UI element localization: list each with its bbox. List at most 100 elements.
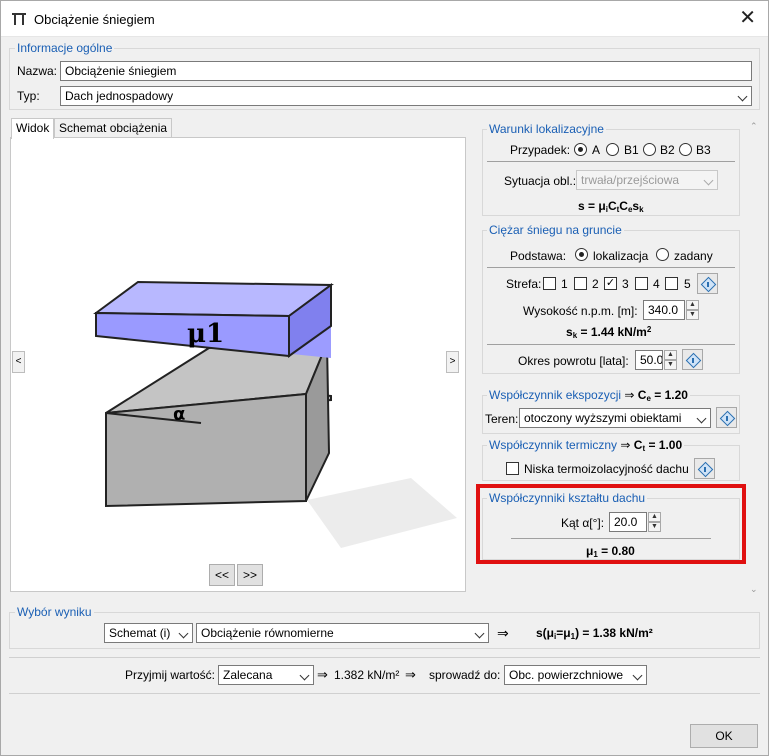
location-group-title: Warunki lokalizacyjne <box>487 122 606 136</box>
terrain-value: otoczony wyższymi obiektami <box>524 411 682 425</box>
convert-select[interactable]: Obc. powierzchniowe <box>504 665 647 685</box>
zone-5-label: 5 <box>684 277 691 291</box>
view-next-button[interactable]: > <box>446 351 459 373</box>
forward-button[interactable]: >> <box>237 564 263 586</box>
title-bar: Obciążenie śniegiem ✕ <box>1 1 768 37</box>
convert-value: Obc. powierzchniowe <box>509 668 624 682</box>
zone-5-checkbox[interactable] <box>665 277 678 290</box>
roof-3d-view: α μ1 <box>93 280 457 548</box>
case-label: Przypadek: <box>510 143 571 157</box>
result-value: s(μi=μ1) = 1.38 kN/m² <box>536 626 653 641</box>
convert-label: sprowadź do: <box>429 668 501 682</box>
case-b1-label: B1 <box>624 143 639 157</box>
basis-given-label: zadany <box>674 249 713 263</box>
ground-snow-group-title: Ciężar śniegu na gruncie <box>487 223 624 237</box>
chevron-down-icon <box>299 670 310 681</box>
divider <box>9 693 760 694</box>
dialog-window: Obciążenie śniegiem ✕ Informacje ogólne … <box>0 0 769 756</box>
block-shadow <box>307 478 457 548</box>
case-radio-b3[interactable] <box>679 143 692 156</box>
basis-radio-given[interactable] <box>656 248 669 261</box>
case-a-label: A <box>592 143 601 157</box>
chevron-down-icon <box>178 628 189 639</box>
divider <box>487 344 735 345</box>
chevron-down-icon <box>737 91 748 102</box>
load-type-select[interactable]: Obciążenie równomierne <box>196 623 489 643</box>
return-period-stepper[interactable]: ▲ ▼ <box>664 350 677 371</box>
low-insulation-label: Niska termoizolacyjność dachu <box>524 462 689 476</box>
terrain-info-icon[interactable] <box>716 407 737 428</box>
situation-select[interactable]: trwała/przejściowa <box>576 170 718 190</box>
accept-label: Przyjmij wartość: <box>125 668 216 682</box>
chevron-down-icon <box>632 670 643 681</box>
result-group-title: Wybór wyniku <box>15 605 94 619</box>
zone-3-label: 3 <box>622 277 629 291</box>
app-icon <box>12 13 26 25</box>
return-period-input[interactable]: 50.0 <box>635 350 663 370</box>
case-b3-label: B3 <box>696 143 711 157</box>
view-prev-button[interactable]: < <box>12 351 25 373</box>
tab-view[interactable]: Widok <box>11 118 55 139</box>
divider <box>487 267 735 268</box>
convert-arrow: ⇒ <box>405 667 416 682</box>
thermal-info-icon[interactable] <box>694 458 715 479</box>
general-group-title: Informacje ogólne <box>15 41 115 55</box>
situation-value: trwała/przejściowa <box>581 173 680 187</box>
name-label: Nazwa: <box>17 64 58 78</box>
zone-map-icon[interactable] <box>697 273 718 294</box>
case-b2-label: B2 <box>660 143 675 157</box>
zone-label: Strefa: <box>506 277 542 291</box>
zone-4-checkbox[interactable] <box>635 277 648 290</box>
view-panel: α μ1 <box>10 137 466 592</box>
alpha-label: α <box>173 404 185 425</box>
low-insulation-checkbox[interactable] <box>506 462 519 475</box>
name-field[interactable]: Obciążenie śniegiem <box>60 61 752 81</box>
type-select[interactable]: Dach jednospadowy <box>60 86 752 106</box>
case-radio-b1[interactable] <box>606 143 619 156</box>
basis-label: Podstawa: <box>510 249 567 263</box>
zone-3-checkbox[interactable]: ✓ <box>604 277 617 290</box>
zone-1-label: 1 <box>561 277 568 291</box>
case-radio-b2[interactable] <box>643 143 656 156</box>
zone-4-label: 4 <box>653 277 660 291</box>
chevron-down-icon <box>696 413 707 424</box>
ok-button[interactable]: OK <box>690 724 758 748</box>
type-select-value: Dach jednospadowy <box>65 89 174 103</box>
accept-select[interactable]: Zalecana <box>218 665 314 685</box>
tab-load-scheme[interactable]: Schemat obciążenia <box>54 118 173 138</box>
scheme-select[interactable]: Schemat (i) <box>104 623 193 643</box>
block-front <box>105 392 307 508</box>
return-period-label: Okres powrotu [lata]: <box>518 354 629 368</box>
basis-radio-location[interactable] <box>575 248 588 261</box>
exposure-group-title: Współczynnik ekspozycji ⇒ Ce = 1.20 <box>487 388 690 403</box>
highlight-box <box>476 484 746 564</box>
mu-label: μ1 <box>187 319 224 349</box>
case-radio-a[interactable] <box>574 143 587 156</box>
altitude-stepper[interactable]: ▲ ▼ <box>686 300 699 321</box>
terrain-select[interactable]: otoczony wyższymi obiektami <box>519 408 711 428</box>
scheme-value: Schemat (i) <box>109 626 171 640</box>
zone-1-checkbox[interactable] <box>543 277 556 290</box>
zone-2-checkbox[interactable] <box>574 277 587 290</box>
accept-arrow: ⇒ <box>317 667 328 682</box>
load-type-value: Obciążenie równomierne <box>201 626 334 640</box>
divider <box>487 161 735 162</box>
result-arrow: ⇒ <box>497 625 509 641</box>
back-button[interactable]: << <box>209 564 235 586</box>
close-icon[interactable]: ✕ <box>739 7 756 29</box>
accept-result: 1.382 kN/m² <box>334 668 400 682</box>
vertical-scrollbar[interactable]: ⌃ ⌄ <box>747 121 761 595</box>
basis-location-label: lokalizacja <box>593 249 649 263</box>
snow-formula: s = μiCtCesk <box>578 199 644 214</box>
terrain-label: Teren: <box>485 412 519 426</box>
type-label: Typ: <box>17 89 40 103</box>
thermal-group-title: Współczynnik termiczny ⇒ Ct = 1.00 <box>487 438 685 453</box>
return-period-info-icon[interactable] <box>682 349 703 370</box>
divider <box>9 657 760 658</box>
zone-2-label: 2 <box>592 277 599 291</box>
altitude-input[interactable]: 340.0 <box>643 300 685 320</box>
chevron-down-icon <box>703 175 714 186</box>
accept-value: Zalecana <box>223 668 273 682</box>
chevron-down-icon <box>474 628 485 639</box>
altitude-label: Wysokość n.p.m. [m]: <box>523 304 638 318</box>
